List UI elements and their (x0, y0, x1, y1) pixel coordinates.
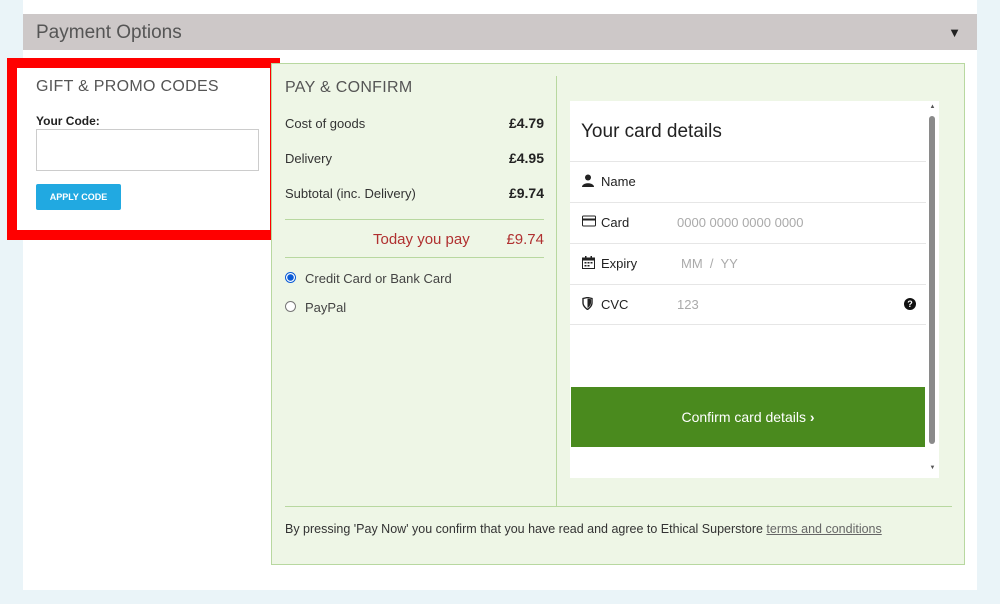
scroll-up-icon[interactable]: ▲ (928, 104, 937, 110)
cvc-field[interactable]: CVC 123 ? (570, 284, 926, 325)
pay-title: PAY & CONFIRM (285, 79, 413, 96)
user-icon (582, 174, 596, 188)
card-frame-scrollbar[interactable]: ▲ ▼ (928, 104, 937, 474)
paypal-radio[interactable] (285, 301, 296, 312)
expiry-placeholder[interactable]: MM / YY (681, 256, 738, 271)
confirm-card-details-button[interactable]: Confirm card details › (571, 387, 925, 447)
promo-code-label: Your Code: (36, 114, 100, 128)
promo-code-input[interactable] (36, 129, 259, 171)
promo-title: GIFT & PROMO CODES (36, 78, 219, 95)
name-label: Name (601, 174, 636, 189)
paypal-label[interactable]: PayPal (305, 300, 346, 315)
card-payment-radio[interactable] (285, 272, 296, 283)
divider (285, 257, 544, 258)
subtotal-value: £9.74 (508, 185, 544, 201)
payment-options-header[interactable]: Payment Options ▼ (23, 14, 977, 50)
card-details-frame: Your card details Name Card 0000 0000 00… (570, 101, 939, 478)
shield-icon (582, 296, 596, 311)
delivery-value: £4.95 (508, 150, 544, 166)
chevron-right-icon: › (809, 409, 815, 425)
cost-of-goods-label: Cost of goods (285, 116, 366, 131)
terms-text: By pressing 'Pay Now' you confirm that y… (285, 522, 882, 536)
today-you-pay-value: £9.74 (506, 231, 544, 248)
divider (285, 219, 544, 220)
terms-link[interactable]: terms and conditions (766, 522, 881, 536)
card-number-placeholder[interactable]: 0000 0000 0000 0000 (677, 215, 804, 230)
expiry-field[interactable]: Expiry MM / YY (570, 243, 926, 284)
expiry-label: Expiry (601, 256, 638, 271)
divider (285, 506, 952, 507)
delivery-label: Delivery (285, 151, 332, 166)
cvc-placeholder[interactable]: 123 (677, 297, 699, 312)
card-number-field[interactable]: Card 0000 0000 0000 0000 (570, 202, 926, 243)
apply-code-button[interactable]: APPLY CODE (36, 184, 121, 210)
cvc-label: CVC (601, 297, 629, 312)
help-icon[interactable]: ? (904, 298, 916, 310)
today-you-pay-label: Today you pay (373, 231, 470, 248)
name-field[interactable]: Name (570, 161, 926, 202)
terms-prefix: By pressing 'Pay Now' you confirm that y… (285, 522, 767, 536)
confirm-label: Confirm card details (681, 409, 806, 425)
calendar-icon (582, 256, 596, 270)
card-payment-label[interactable]: Credit Card or Bank Card (305, 271, 452, 286)
panel-divider (556, 76, 557, 506)
caret-down-icon[interactable]: ▼ (948, 25, 961, 40)
scroll-down-icon[interactable]: ▼ (928, 465, 937, 471)
credit-card-icon (582, 215, 596, 229)
scroll-thumb[interactable] (929, 116, 935, 444)
subtotal-label: Subtotal (inc. Delivery) (285, 186, 416, 201)
card-details-title: Your card details (581, 121, 722, 142)
section-title: Payment Options (36, 22, 182, 43)
cost-of-goods-value: £4.79 (508, 115, 544, 131)
card-label: Card (601, 215, 630, 230)
